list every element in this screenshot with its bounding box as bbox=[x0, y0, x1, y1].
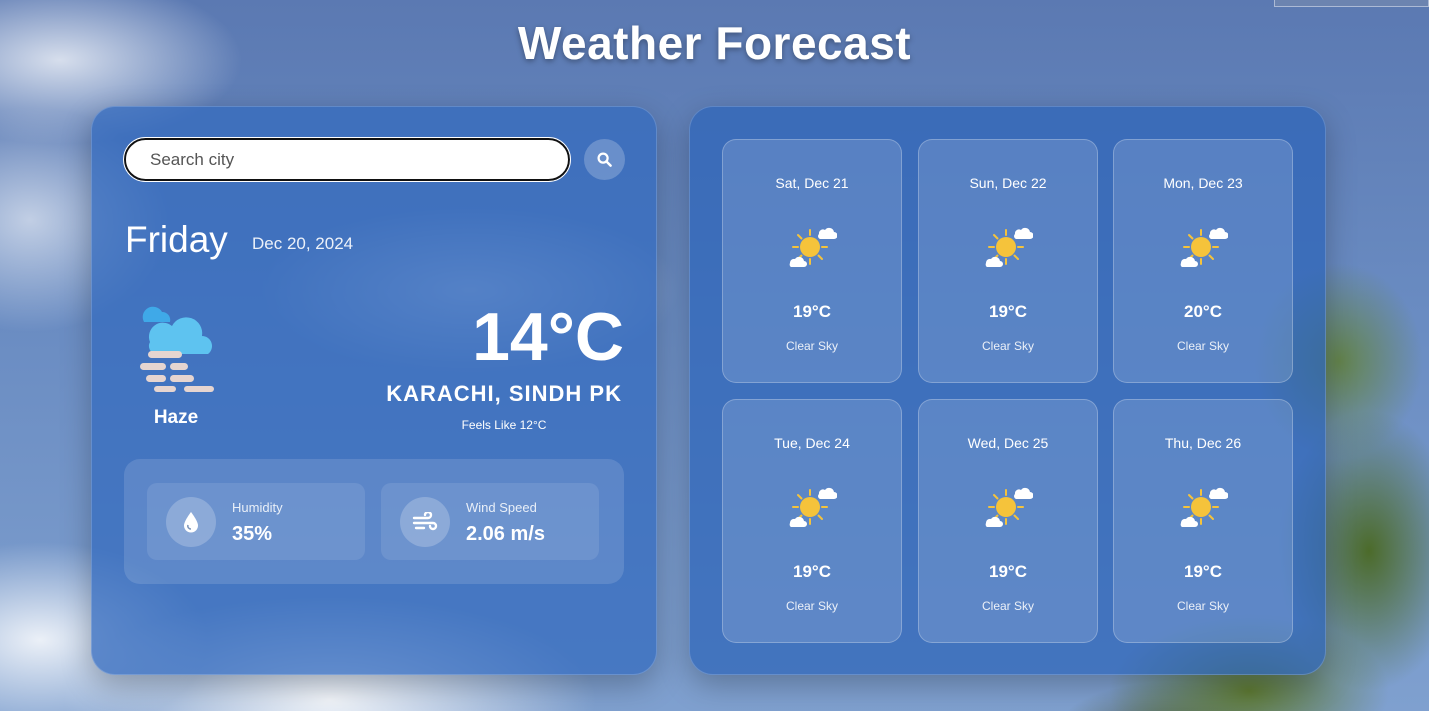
forecast-temp: 19°C bbox=[989, 562, 1027, 581]
forecast-date: Thu, Dec 26 bbox=[1164, 435, 1242, 451]
search-icon bbox=[597, 152, 612, 167]
forecast-card: Thu, Dec 26 19°C Clear Sky bbox=[1113, 399, 1293, 643]
sun-cloud-icon bbox=[789, 227, 837, 267]
sun-cloud-icon bbox=[985, 487, 1033, 527]
wind-icon bbox=[400, 497, 450, 547]
forecast-condition: Clear Sky bbox=[1176, 599, 1229, 613]
forecast-temp: 19°C bbox=[793, 562, 831, 581]
haze-icon bbox=[140, 306, 214, 392]
sun-cloud-icon bbox=[1180, 487, 1228, 527]
search-button[interactable] bbox=[584, 139, 625, 180]
wind-card: Wind Speed 2.06 m/s bbox=[381, 483, 599, 560]
forecast-card: Tue, Dec 24 19°C Clear Sky bbox=[722, 399, 902, 643]
current-condition: Haze bbox=[153, 407, 199, 428]
search-input[interactable] bbox=[123, 137, 571, 182]
window-scrollbar[interactable] bbox=[1274, 0, 1429, 7]
feels-like: Feels Like 12°C bbox=[461, 418, 547, 432]
forecast-temp: 19°C bbox=[1184, 562, 1222, 581]
current-location: KARACHI, SINDH PK bbox=[386, 381, 622, 406]
forecast-temp: 20°C bbox=[1184, 302, 1222, 321]
forecast-panel: Sat, Dec 21 19°C Clear Sky Sun, Dec 22 1… bbox=[689, 106, 1326, 675]
forecast-condition: Clear Sky bbox=[1176, 339, 1229, 353]
humidity-card: Humidity 35% bbox=[147, 483, 365, 560]
wind-label: Wind Speed bbox=[466, 500, 537, 515]
forecast-date: Sun, Dec 22 bbox=[969, 175, 1047, 191]
stats-box: Humidity 35% Wind Speed 2.06 m/s bbox=[124, 459, 624, 584]
forecast-condition: Clear Sky bbox=[981, 599, 1034, 613]
forecast-temp: 19°C bbox=[989, 302, 1027, 321]
forecast-condition: Clear Sky bbox=[785, 339, 838, 353]
sun-cloud-icon bbox=[985, 227, 1033, 267]
sun-cloud-icon bbox=[1180, 227, 1228, 267]
current-weather-panel: Friday Dec 20, 2024 Haze 14°C KARACHI, S… bbox=[91, 106, 657, 675]
current-day: Friday bbox=[125, 219, 228, 260]
current-date: Dec 20, 2024 bbox=[252, 234, 354, 253]
forecast-date: Tue, Dec 24 bbox=[774, 435, 850, 451]
forecast-condition: Clear Sky bbox=[785, 599, 838, 613]
forecast-card: Mon, Dec 23 20°C Clear Sky bbox=[1113, 139, 1293, 383]
water-drop-icon bbox=[166, 497, 216, 547]
forecast-temp: 19°C bbox=[793, 302, 831, 321]
forecast-card: Sat, Dec 21 19°C Clear Sky bbox=[722, 139, 902, 383]
sun-cloud-icon bbox=[789, 487, 837, 527]
wind-value: 2.06 m/s bbox=[466, 523, 545, 545]
humidity-value: 35% bbox=[232, 523, 273, 545]
forecast-card: Sun, Dec 22 19°C Clear Sky bbox=[918, 139, 1098, 383]
forecast-card: Wed, Dec 25 19°C Clear Sky bbox=[918, 399, 1098, 643]
current-temperature: 14°C bbox=[472, 299, 624, 375]
page-title: Weather Forecast bbox=[517, 17, 912, 69]
forecast-date: Mon, Dec 23 bbox=[1163, 175, 1243, 191]
forecast-date: Wed, Dec 25 bbox=[967, 435, 1049, 451]
humidity-label: Humidity bbox=[232, 500, 283, 515]
forecast-condition: Clear Sky bbox=[981, 339, 1034, 353]
forecast-date: Sat, Dec 21 bbox=[775, 175, 849, 191]
